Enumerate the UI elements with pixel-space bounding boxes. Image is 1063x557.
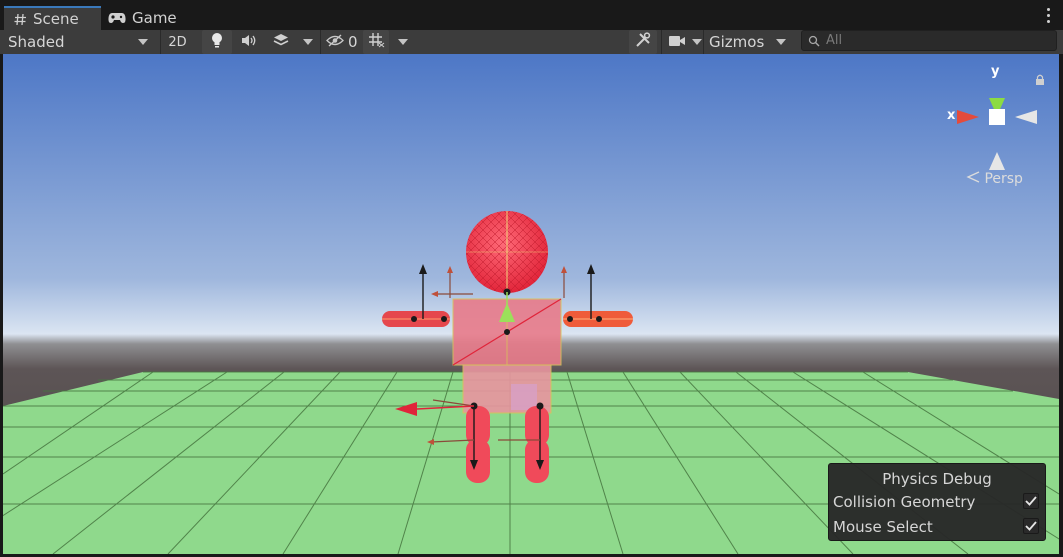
mode-2d-label: 2D [168,34,187,50]
hidden-count: 0 [348,33,358,51]
eye-hidden-icon [326,33,344,51]
draw-mode-dropdown[interactable]: Shaded [0,30,155,54]
mouse-select-label: Mouse Select [833,518,933,536]
tab-bar: Scene Game [0,0,1063,30]
collision-geometry-option[interactable]: Collision Geometry [833,491,1041,513]
gizmo-x-label: x [947,108,956,123]
collision-geometry-checkbox[interactable] [1023,493,1039,509]
gizmos-dropdown[interactable] [770,30,792,54]
lock-icon[interactable] [1035,70,1045,89]
search-field[interactable] [801,30,1057,51]
light-bulb-icon [211,32,223,52]
effects-toggle[interactable] [266,30,296,54]
gizmos-button[interactable]: Gizmos [703,30,769,54]
projection-label: Persp [984,171,1023,187]
layers-icon [273,33,289,51]
search-icon [808,35,820,47]
chevron-down-icon [776,39,786,45]
gizmos-label: Gizmos [709,33,765,51]
chevron-down-icon [692,39,702,45]
physics-debug-panel: Physics Debug Collision Geometry Mouse S… [828,463,1046,541]
tab-scene[interactable]: Scene [4,6,101,30]
collision-geometry-label: Collision Geometry [833,493,976,511]
tab-scene-label: Scene [33,10,79,28]
tab-game[interactable]: Game [108,6,188,30]
lighting-toggle[interactable] [202,30,232,54]
hash-icon [14,13,27,26]
speaker-icon [241,33,257,51]
scene-visibility-toggle[interactable]: 0 [320,30,360,54]
grid-dropdown[interactable] [392,30,414,54]
chevron-down-icon [398,39,408,45]
camera-settings-button[interactable] [661,30,702,54]
audio-toggle[interactable] [234,30,264,54]
more-options-icon[interactable] [1047,8,1051,26]
scene-tools-button[interactable] [629,30,657,54]
checkmark-icon [1025,521,1037,531]
grid-icon [368,32,385,52]
tools-icon [635,32,651,52]
perspective-icon [966,171,984,187]
mouse-select-checkbox[interactable] [1023,518,1039,534]
chevron-down-icon [138,39,148,45]
physics-debug-title: Physics Debug [882,470,992,488]
grid-toggle[interactable] [363,30,389,54]
search-input[interactable] [824,32,1048,49]
gizmo-y-label: y [991,64,1000,79]
mode-2d-button[interactable]: 2D [160,30,194,54]
unity-scene-window: Scene Game Shaded 2D 0 Gizmos All y x Pe… [0,0,1063,557]
mouse-select-option[interactable]: Mouse Select [833,516,1041,538]
gamepad-icon [108,12,126,24]
checkmark-icon [1025,496,1037,506]
chevron-down-icon [303,39,313,45]
draw-mode-label: Shaded [8,33,65,51]
projection-toggle[interactable]: Persp [966,171,1023,187]
camera-icon [668,33,686,51]
tab-game-label: Game [132,9,177,27]
effects-dropdown[interactable] [298,30,318,54]
